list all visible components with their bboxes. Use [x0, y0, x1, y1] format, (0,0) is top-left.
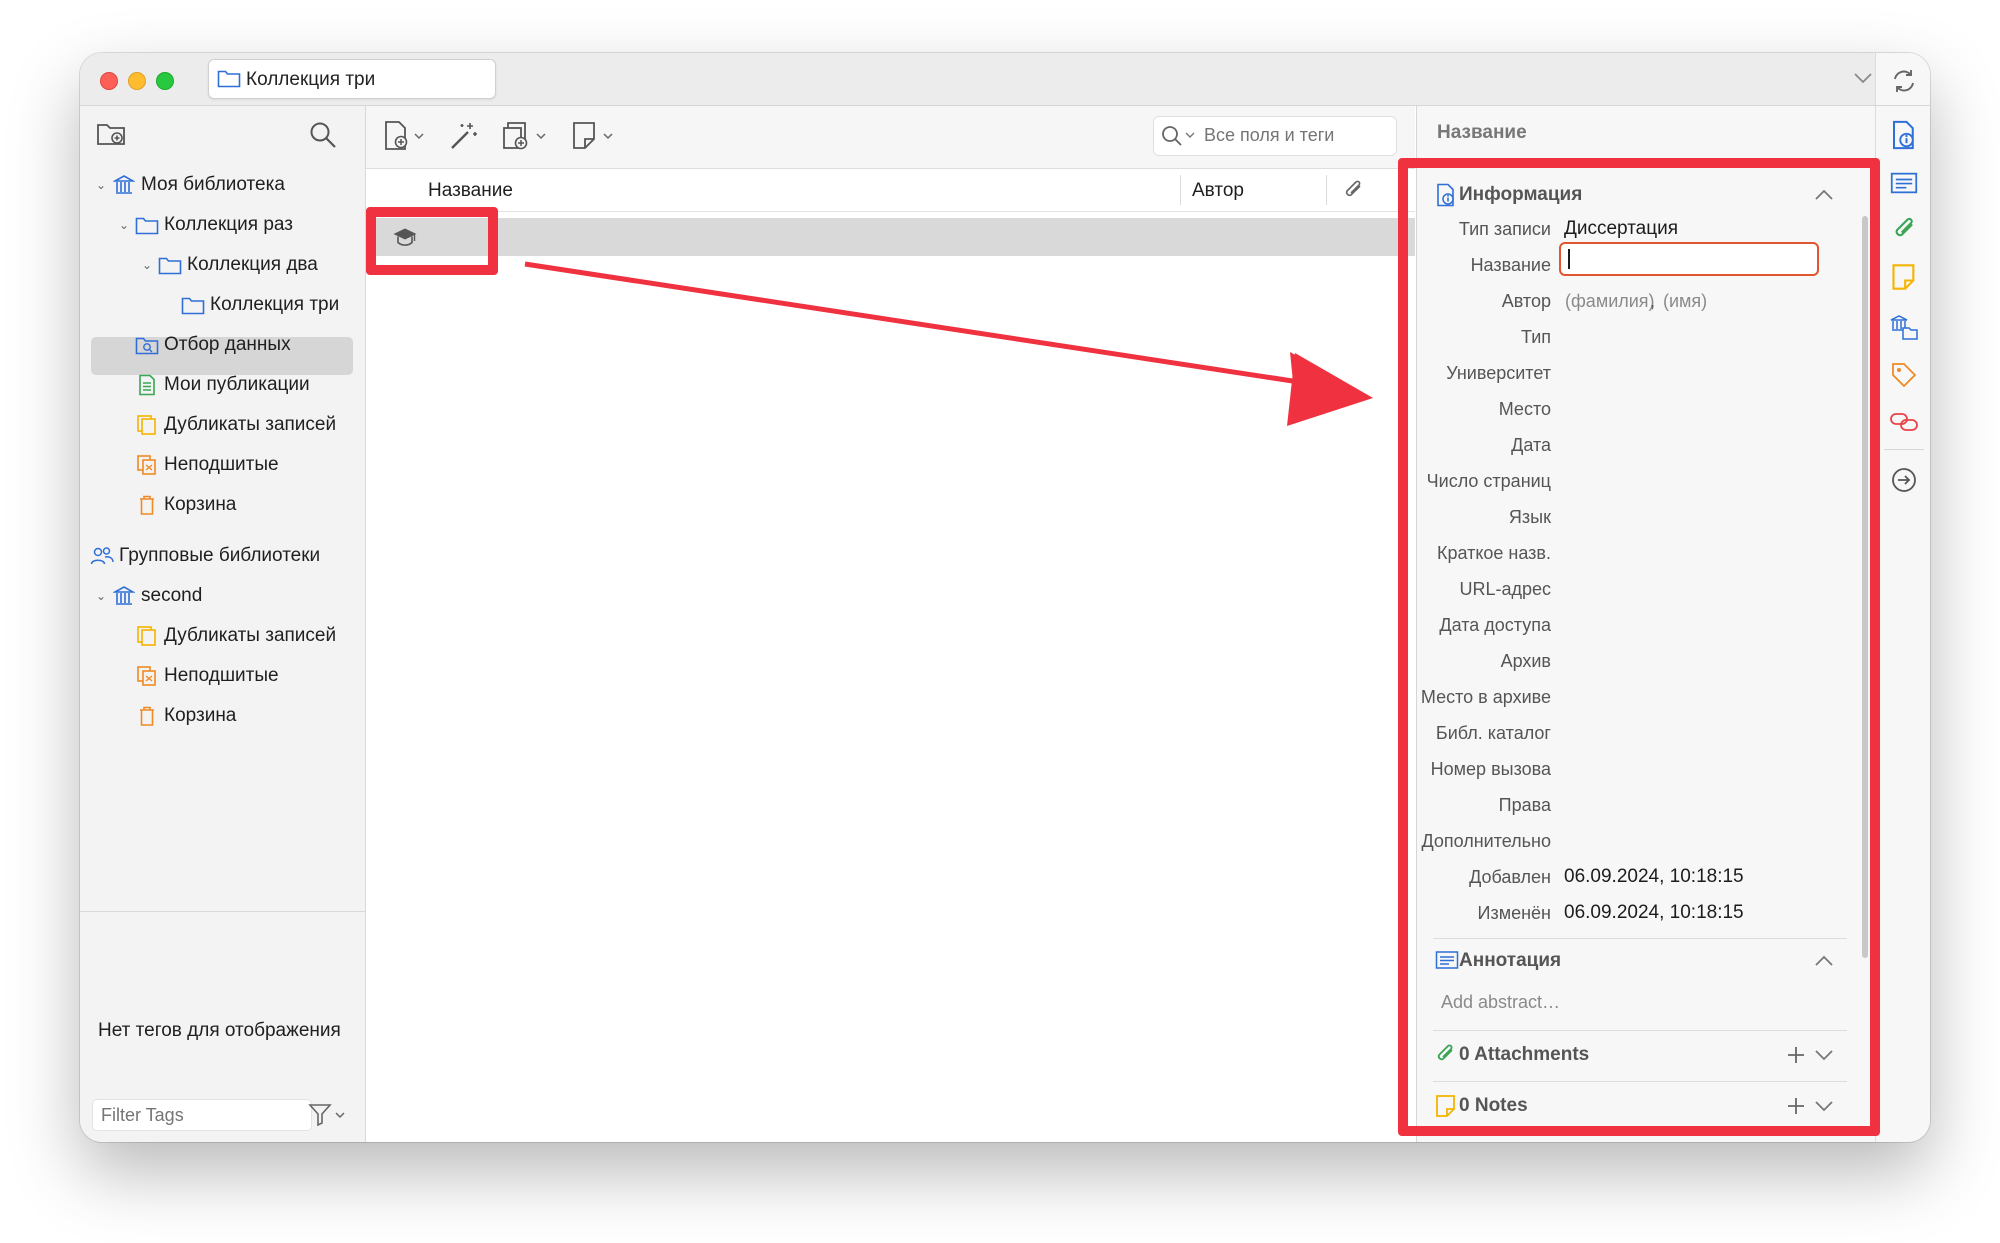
- zotero-window: Коллекция три ⌄ Моя библиотека ⌄ Коллекц…: [80, 53, 1930, 1142]
- annotation-arrow-icon: [524, 261, 1373, 426]
